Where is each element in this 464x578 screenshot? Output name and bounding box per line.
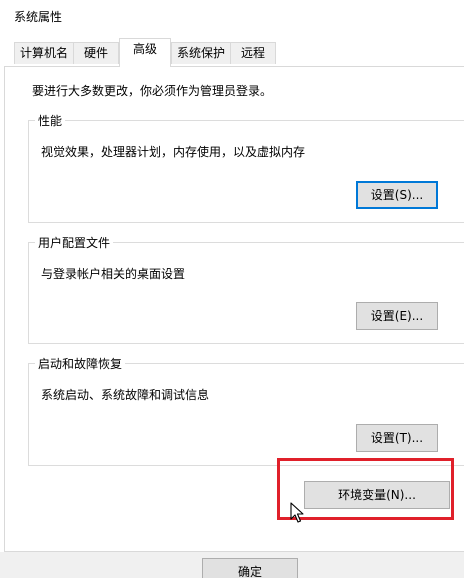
user-profiles-group-title: 用户配置文件: [35, 234, 114, 251]
performance-group-title: 性能: [35, 112, 66, 129]
tab-hardware[interactable]: 硬件: [73, 42, 119, 64]
user-profiles-description: 与登录帐户相关的桌面设置: [41, 267, 186, 281]
tab-advanced[interactable]: 高级: [119, 38, 171, 67]
ok-button[interactable]: 确定: [202, 558, 298, 578]
performance-settings-button[interactable]: 设置(S)...: [356, 181, 438, 209]
dialog-button-bar: 确定: [0, 552, 464, 578]
user-profiles-settings-button[interactable]: 设置(E)...: [356, 302, 438, 330]
window-title: 系统属性: [14, 10, 63, 24]
admin-notice: 要进行大多数更改，你必须作为管理员登录。: [32, 84, 273, 98]
startup-recovery-settings-button[interactable]: 设置(T)...: [356, 424, 438, 452]
tab-system-protection[interactable]: 系统保护: [171, 42, 231, 64]
mouse-pointer-icon: [290, 502, 304, 523]
title-bar[interactable]: 系统属性: [0, 0, 464, 32]
startup-recovery-group: 启动和故障恢复 系统启动、系统故障和调试信息 设置(T)...: [28, 355, 464, 466]
tab-strip: 计算机名 硬件 高级 系统保护 远程: [0, 38, 464, 67]
tab-remote[interactable]: 远程: [230, 42, 276, 64]
performance-group: 性能 视觉效果，处理器计划，内存使用，以及虚拟内存 设置(S)...: [28, 112, 464, 223]
startup-recovery-description: 系统启动、系统故障和调试信息: [41, 388, 210, 402]
startup-recovery-group-title: 启动和故障恢复: [35, 355, 126, 372]
user-profiles-group: 用户配置文件 与登录帐户相关的桌面设置 设置(E)...: [28, 234, 464, 344]
system-properties-window: 系统属性 计算机名 硬件 高级 系统保护 远程 要进行大多数更改，你必须作为管理…: [0, 0, 464, 578]
performance-description: 视觉效果，处理器计划，内存使用，以及虚拟内存: [41, 145, 306, 159]
tab-computer-name[interactable]: 计算机名: [14, 42, 74, 64]
environment-variables-button[interactable]: 环境变量(N)...: [304, 481, 450, 509]
